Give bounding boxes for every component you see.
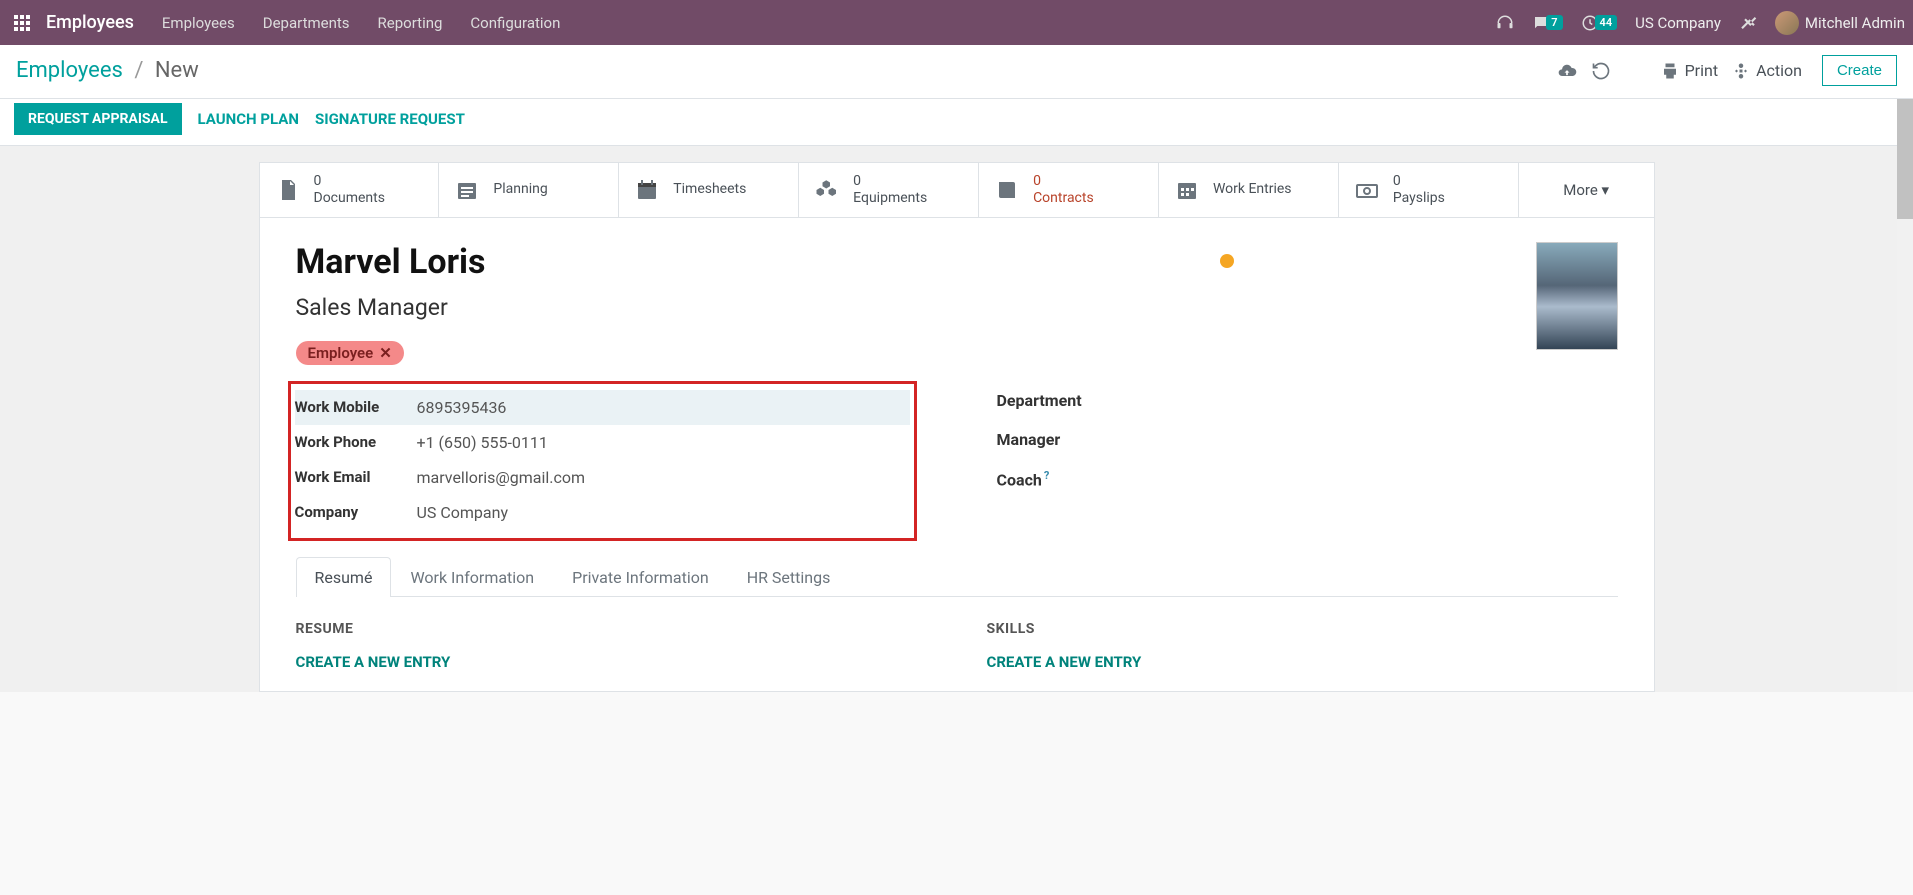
request-appraisal-button[interactable]: REQUEST APPRAISAL — [14, 103, 182, 135]
activities-badge: 44 — [1595, 15, 1618, 30]
stat-timesheets[interactable]: Timesheets — [619, 163, 799, 217]
apps-icon[interactable] — [14, 15, 30, 31]
tab-body: RESUME CREATE A NEW ENTRY SKILLS CREATE … — [296, 597, 1618, 683]
stat-documents[interactable]: 0Documents — [260, 163, 440, 217]
work-mobile-input[interactable]: 6895395436 — [413, 398, 910, 417]
stat-more[interactable]: More ▾ — [1519, 163, 1654, 217]
planning-icon — [455, 178, 481, 202]
row-company: Company US Company — [295, 495, 910, 530]
row-coach: Coach? — [997, 459, 1618, 499]
discuss-icon[interactable]: 7 — [1532, 14, 1562, 32]
highlight-box: Work Mobile 6895395436 Work Phone +1 (65… — [288, 381, 917, 541]
create-resume-entry[interactable]: CREATE A NEW ENTRY — [296, 653, 927, 671]
stat-planning[interactable]: Planning — [439, 163, 619, 217]
company-switch[interactable]: US Company — [1635, 14, 1721, 32]
signature-request-button[interactable]: SIGNATURE REQUEST — [315, 110, 465, 128]
resume-heading: RESUME — [296, 621, 927, 637]
discard-icon[interactable] — [1591, 61, 1611, 81]
topbar: Employees Employees Departments Reportin… — [0, 0, 1913, 45]
create-skill-entry[interactable]: CREATE A NEW ENTRY — [987, 653, 1618, 671]
tabs: Resumé Work Information Private Informat… — [296, 557, 1618, 597]
calendar-icon — [635, 178, 661, 202]
row-work-mobile: Work Mobile 6895395436 — [295, 390, 910, 425]
breadcrumb-root[interactable]: Employees — [16, 58, 123, 83]
nav-links: Employees Departments Reporting Configur… — [162, 14, 1496, 32]
stat-contracts[interactable]: 0Contracts — [979, 163, 1159, 217]
skills-heading: SKILLS — [987, 621, 1618, 637]
company-input[interactable]: US Company — [413, 503, 910, 522]
work-email-input[interactable]: marvelloris@gmail.com — [413, 468, 910, 487]
nav-reporting[interactable]: Reporting — [378, 14, 443, 32]
user-name: Mitchell Admin — [1805, 14, 1905, 32]
cal-grid-icon — [1175, 178, 1201, 202]
employee-tag[interactable]: Employee ✕ — [296, 341, 404, 365]
form-sheet: Marvel Loris Sales Manager Employee ✕ Wo… — [259, 217, 1655, 692]
employee-name[interactable]: Marvel Loris — [296, 242, 1618, 282]
cp-buttons: Print Action Create — [1557, 55, 1897, 86]
help-icon[interactable]: ? — [1044, 469, 1049, 482]
scrollbar[interactable] — [1897, 99, 1913, 692]
row-manager: Manager — [997, 420, 1618, 459]
breadcrumb: Employees / New — [16, 58, 199, 83]
employee-title[interactable]: Sales Manager — [296, 294, 1618, 321]
breadcrumb-current: New — [155, 58, 199, 83]
nav-departments[interactable]: Departments — [263, 14, 350, 32]
nav-configuration[interactable]: Configuration — [470, 14, 560, 32]
stat-payslips[interactable]: 0Payslips — [1339, 163, 1519, 217]
tab-hr-settings[interactable]: HR Settings — [728, 557, 850, 597]
stat-equipments[interactable]: 0Equipments — [799, 163, 979, 217]
discuss-badge: 7 — [1546, 15, 1562, 30]
document-icon — [276, 178, 302, 202]
work-phone-input[interactable]: +1 (650) 555-0111 — [413, 433, 910, 452]
chevron-down-icon: ▾ — [1602, 181, 1610, 199]
cubes-icon — [815, 178, 841, 202]
cloud-upload-icon[interactable] — [1557, 61, 1577, 81]
user-avatar — [1775, 11, 1799, 35]
nav-employees[interactable]: Employees — [162, 14, 235, 32]
print-button[interactable]: Print — [1661, 61, 1718, 80]
tag-remove-icon[interactable]: ✕ — [379, 344, 392, 362]
row-work-email: Work Email marvelloris@gmail.com — [295, 460, 910, 495]
debug-icon[interactable] — [1739, 14, 1757, 32]
presence-status-dot — [1220, 254, 1234, 268]
action-button[interactable]: Action — [1732, 61, 1802, 80]
status-bar: REQUEST APPRAISAL LAUNCH PLAN SIGNATURE … — [0, 99, 1913, 146]
tab-private-information[interactable]: Private Information — [553, 557, 728, 597]
tab-resume[interactable]: Resumé — [296, 557, 392, 597]
user-menu[interactable]: Mitchell Admin — [1775, 11, 1905, 35]
book-icon — [995, 178, 1021, 202]
control-panel: Employees / New Print Action Create — [0, 45, 1913, 99]
voip-icon[interactable] — [1496, 14, 1514, 32]
launch-plan-button[interactable]: LAUNCH PLAN — [198, 110, 299, 128]
topbar-right: 7 44 US Company Mitchell Admin — [1496, 11, 1905, 35]
create-button[interactable]: Create — [1822, 55, 1897, 86]
row-department: Department — [997, 381, 1618, 420]
app-title: Employees — [46, 12, 134, 33]
tab-work-information[interactable]: Work Information — [391, 557, 553, 597]
employee-photo[interactable] — [1536, 242, 1618, 350]
stat-buttons: 0Documents Planning Timesheets 0Equipmen… — [259, 162, 1655, 217]
activities-icon[interactable]: 44 — [1581, 14, 1618, 32]
money-icon — [1355, 178, 1381, 202]
row-work-phone: Work Phone +1 (650) 555-0111 — [295, 425, 910, 460]
stat-work-entries[interactable]: Work Entries — [1159, 163, 1339, 217]
